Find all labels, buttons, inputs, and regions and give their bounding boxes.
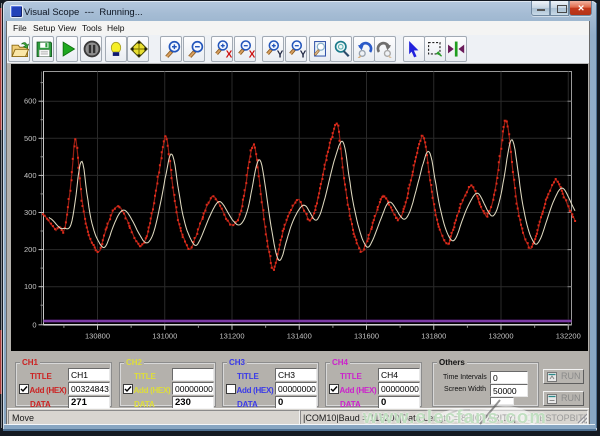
svg-text:131200: 131200 [219, 331, 244, 340]
svg-text:132000: 132000 [488, 331, 513, 340]
svg-text:100: 100 [24, 282, 37, 291]
svg-text:600: 600 [24, 97, 37, 106]
svg-text:300: 300 [24, 208, 37, 217]
svg-text:X: X [225, 49, 231, 57]
svg-text:Y: Y [299, 49, 305, 57]
svg-text:131400: 131400 [287, 331, 312, 340]
svg-text:200: 200 [24, 245, 37, 254]
svg-text:Y: Y [276, 49, 282, 57]
svg-text:131600: 131600 [354, 331, 379, 340]
svg-text:130800: 130800 [85, 331, 110, 340]
svg-text:500: 500 [24, 134, 37, 143]
svg-text:131800: 131800 [421, 331, 446, 340]
svg-text:0: 0 [32, 320, 36, 329]
svg-text:400: 400 [24, 171, 37, 180]
svg-text:131000: 131000 [152, 331, 177, 340]
svg-text:X: X [248, 49, 254, 57]
svg-text:132200: 132200 [556, 331, 581, 340]
